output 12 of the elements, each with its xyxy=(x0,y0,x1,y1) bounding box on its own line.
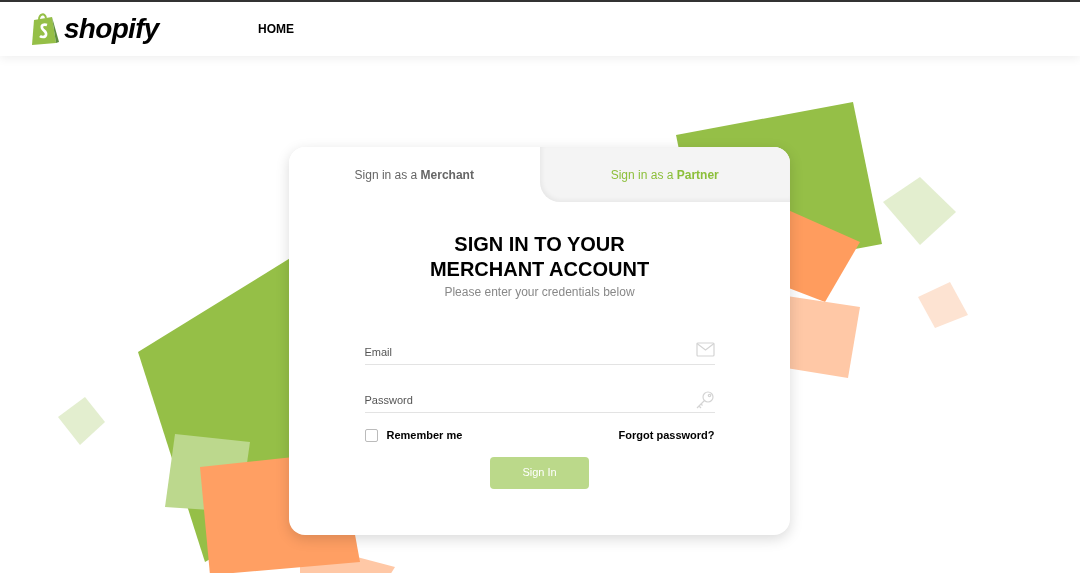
checkbox[interactable] xyxy=(364,428,378,442)
forgot-password-link[interactable]: Forgot password? xyxy=(618,427,715,444)
envelope-icon xyxy=(695,342,715,357)
form-subtitle: Please enter your credentials below xyxy=(444,284,635,301)
logo-text: shopify xyxy=(64,15,159,43)
input-field[interactable]: Email xyxy=(364,341,715,365)
key-icon xyxy=(694,390,715,410)
shopping-bag-icon xyxy=(30,12,60,46)
form-title: SIGN IN TO YOUR MERCHANT ACCOUNT xyxy=(429,232,650,282)
checkbox-label: Remember me xyxy=(386,428,463,443)
input-field[interactable]: Password xyxy=(364,389,715,413)
nav-link[interactable]: HOME xyxy=(258,20,294,38)
